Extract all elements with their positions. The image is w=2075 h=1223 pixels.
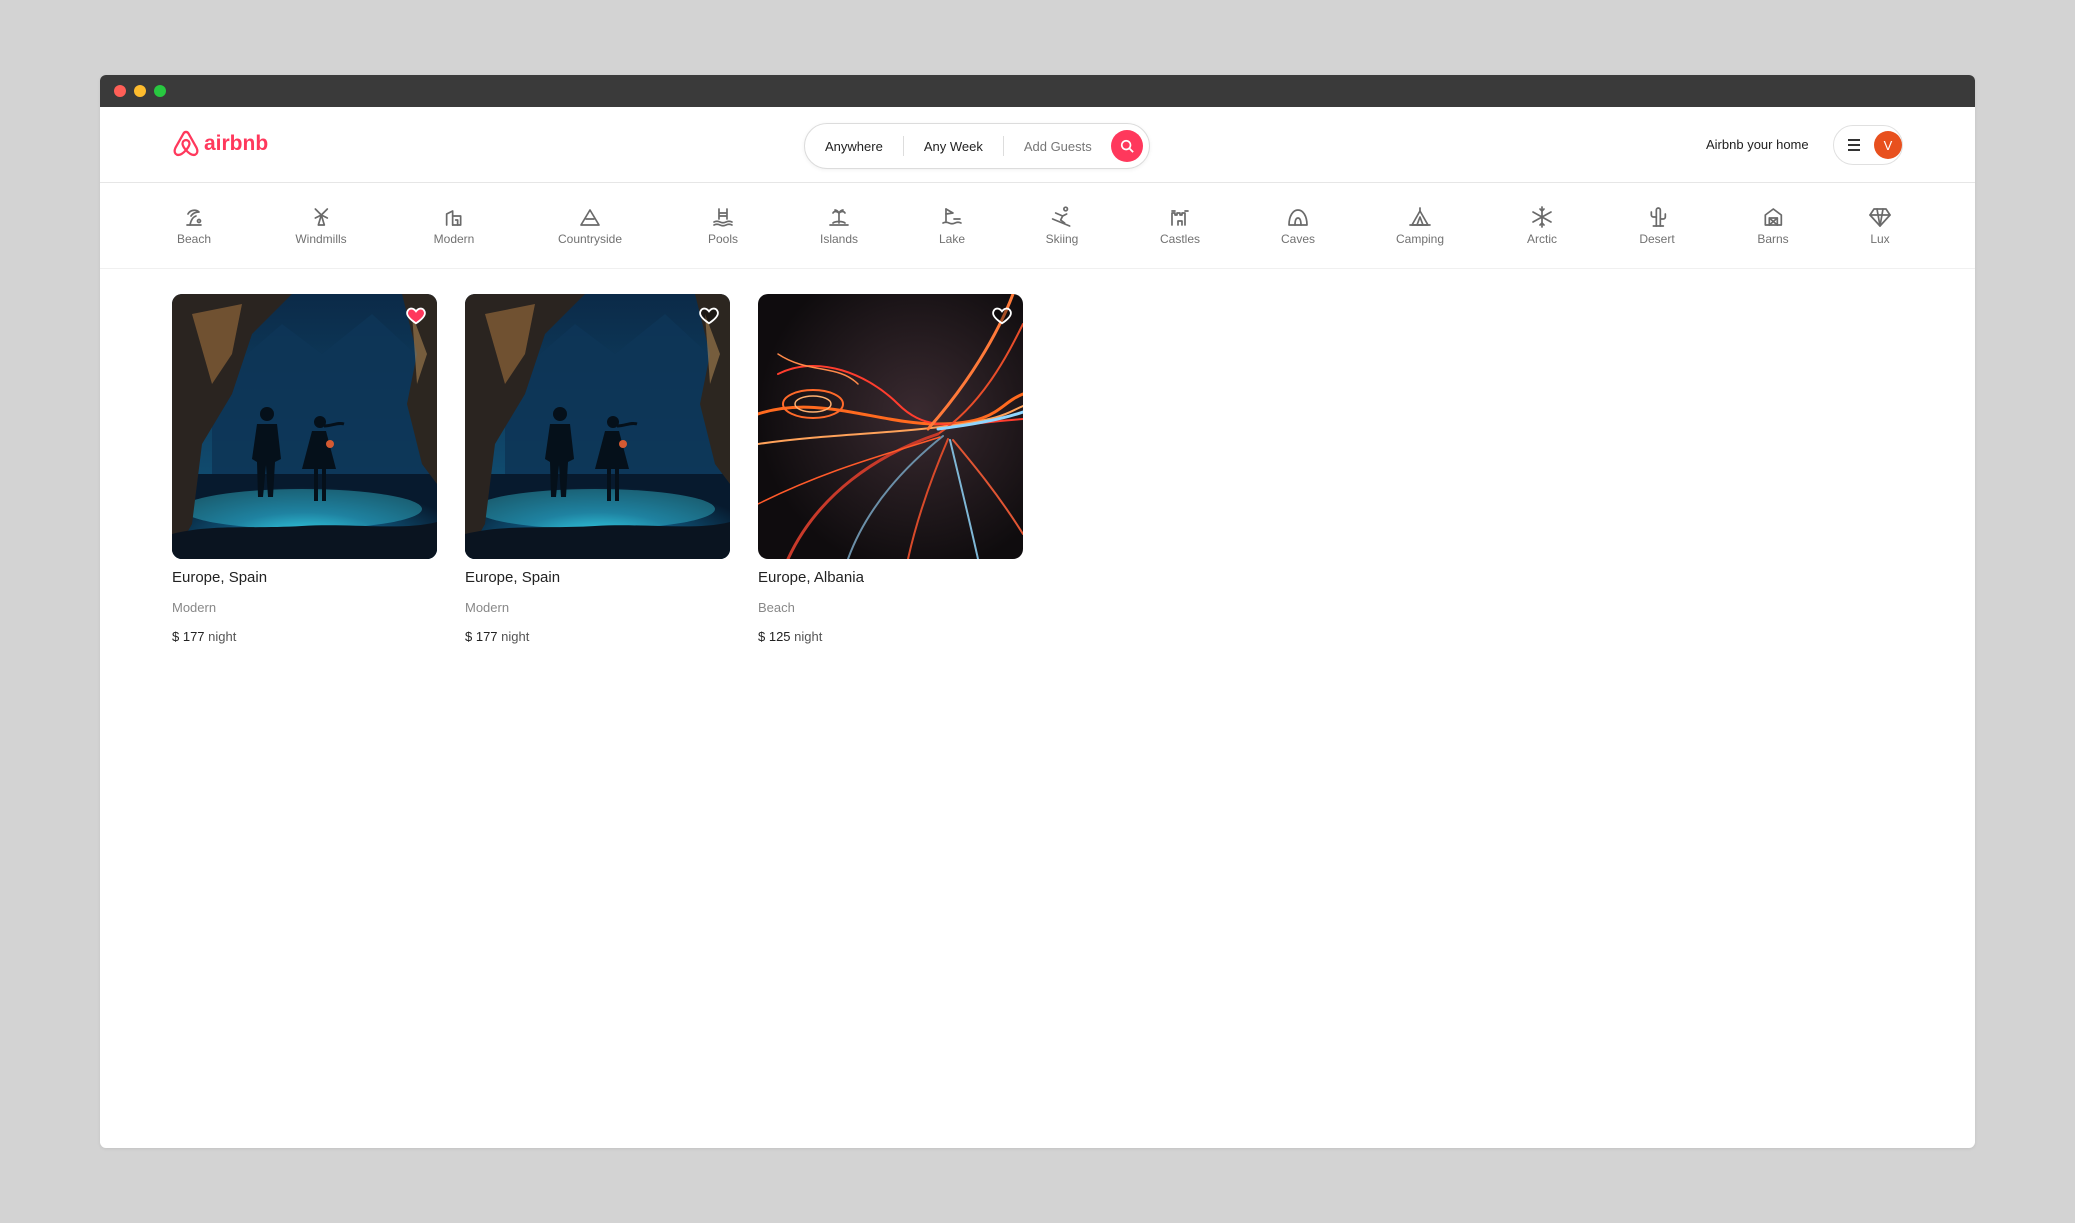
window-titlebar — [100, 75, 1975, 107]
price-unit: night — [501, 629, 530, 644]
listing-price-line: $ 177 night — [465, 629, 730, 644]
category-islands[interactable]: Islands — [820, 205, 858, 246]
mountain-icon — [580, 209, 600, 226]
listing-image — [465, 294, 730, 559]
favorite-heart-icon[interactable] — [698, 304, 720, 326]
user-menu-button[interactable]: V — [1833, 125, 1903, 165]
category-countryside[interactable]: Countryside — [558, 205, 622, 246]
listing-location: Europe, Spain — [172, 569, 268, 586]
airbnb-logo-icon — [173, 130, 199, 157]
price-unit: night — [208, 629, 237, 644]
diamond-icon — [1869, 208, 1891, 227]
category-caves[interactable]: Caves — [1281, 205, 1315, 246]
search-anywhere[interactable]: Anywhere — [805, 139, 903, 154]
listing-card[interactable]: Europe, Spain Modern $ 177 night — [172, 294, 437, 644]
listing-photo[interactable] — [172, 294, 437, 559]
close-window-dot[interactable] — [114, 85, 126, 97]
search-icon — [1120, 139, 1134, 153]
site-header: airbnb Anywhere Any Week Add Guests Airb… — [100, 107, 1975, 183]
listing-photo[interactable] — [758, 294, 1023, 559]
category-label: Islands — [819, 232, 859, 246]
category-label: Desert — [1639, 232, 1675, 246]
minimize-window-dot[interactable] — [134, 85, 146, 97]
category-label: Beach — [176, 232, 212, 246]
category-label: Castles — [1159, 232, 1201, 246]
price-unit: night — [794, 629, 823, 644]
search-bar[interactable]: Anywhere Any Week Add Guests — [804, 123, 1150, 169]
category-label: Barns — [1757, 232, 1789, 246]
barn-icon — [1764, 208, 1782, 226]
favorite-heart-icon[interactable] — [405, 304, 427, 326]
search-any-week[interactable]: Any Week — [904, 139, 1003, 154]
listing-price-line: $ 125 night — [758, 629, 1023, 644]
airbnb-logo[interactable]: airbnb — [172, 129, 268, 159]
listing-image — [758, 294, 1023, 559]
listing-card[interactable]: Europe, Albania Beach $ 125 night — [758, 294, 1023, 644]
category-label: Lux — [1870, 232, 1890, 246]
listing-image — [172, 294, 437, 559]
search-add-guests[interactable]: Add Guests — [1004, 139, 1102, 154]
beach-icon — [186, 209, 202, 226]
listing-grid: Europe, Spain Modern $ 177 night Europe, Sp… — [172, 294, 1023, 644]
category-bar: Beach Windmills Modern Countryside Pools Isla… — [100, 183, 1975, 269]
category-label: Pools — [707, 232, 739, 246]
skiing-icon — [1052, 206, 1071, 227]
browser-window: airbnb Anywhere Any Week Add Guests Airb… — [100, 75, 1975, 1148]
avatar: V — [1874, 131, 1902, 159]
category-windmills[interactable]: Windmills — [295, 205, 347, 246]
listing-card[interactable]: Europe, Spain Modern $ 177 night — [465, 294, 730, 644]
category-castles[interactable]: Castles — [1160, 205, 1200, 246]
listing-price: $ 125 — [758, 629, 791, 644]
pool-icon — [713, 208, 733, 227]
listing-location: Europe, Albania — [758, 569, 864, 586]
category-desert[interactable]: Desert — [1639, 205, 1675, 246]
listing-category: Modern — [172, 600, 217, 615]
category-arctic[interactable]: Arctic — [1527, 205, 1557, 246]
category-label: Camping — [1395, 232, 1445, 246]
brand-name: airbnb — [204, 132, 269, 155]
castle-icon — [1171, 210, 1189, 226]
category-label: Caves — [1280, 232, 1316, 246]
category-barns[interactable]: Barns — [1757, 205, 1789, 246]
listing-category: Beach — [758, 600, 795, 615]
listing-price-line: $ 177 night — [172, 629, 437, 644]
category-modern[interactable]: Modern — [433, 205, 475, 246]
modern-house-icon — [446, 210, 462, 226]
category-label: Arctic — [1527, 232, 1557, 246]
snowflake-icon — [1532, 206, 1552, 228]
island-icon — [829, 209, 849, 226]
category-label: Countryside — [557, 232, 623, 246]
category-beach[interactable]: Beach — [177, 205, 211, 246]
category-camping[interactable]: Camping — [1396, 205, 1444, 246]
cave-icon — [1288, 209, 1308, 226]
windmill-icon — [314, 208, 328, 226]
category-lux[interactable]: Lux — [1868, 205, 1892, 246]
listing-price: $ 177 — [465, 629, 498, 644]
tent-icon — [1409, 207, 1431, 226]
favorite-heart-icon[interactable] — [991, 304, 1013, 326]
listing-photo[interactable] — [465, 294, 730, 559]
hamburger-menu-icon — [1848, 139, 1860, 151]
airbnb-your-home-link[interactable]: Airbnb your home — [1706, 137, 1809, 152]
category-label: Skiing — [1045, 232, 1079, 246]
lake-icon — [942, 208, 962, 225]
category-label: Modern — [433, 232, 475, 246]
cactus-icon — [1650, 207, 1666, 227]
category-label: Lake — [938, 232, 966, 246]
category-lake[interactable]: Lake — [939, 205, 965, 246]
listing-price: $ 177 — [172, 629, 205, 644]
listing-category: Modern — [465, 600, 510, 615]
category-pools[interactable]: Pools — [708, 205, 738, 246]
category-label: Windmills — [295, 232, 347, 246]
search-button[interactable] — [1111, 130, 1143, 162]
listing-location: Europe, Spain — [465, 569, 561, 586]
maximize-window-dot[interactable] — [154, 85, 166, 97]
category-skiing[interactable]: Skiing — [1045, 205, 1079, 246]
